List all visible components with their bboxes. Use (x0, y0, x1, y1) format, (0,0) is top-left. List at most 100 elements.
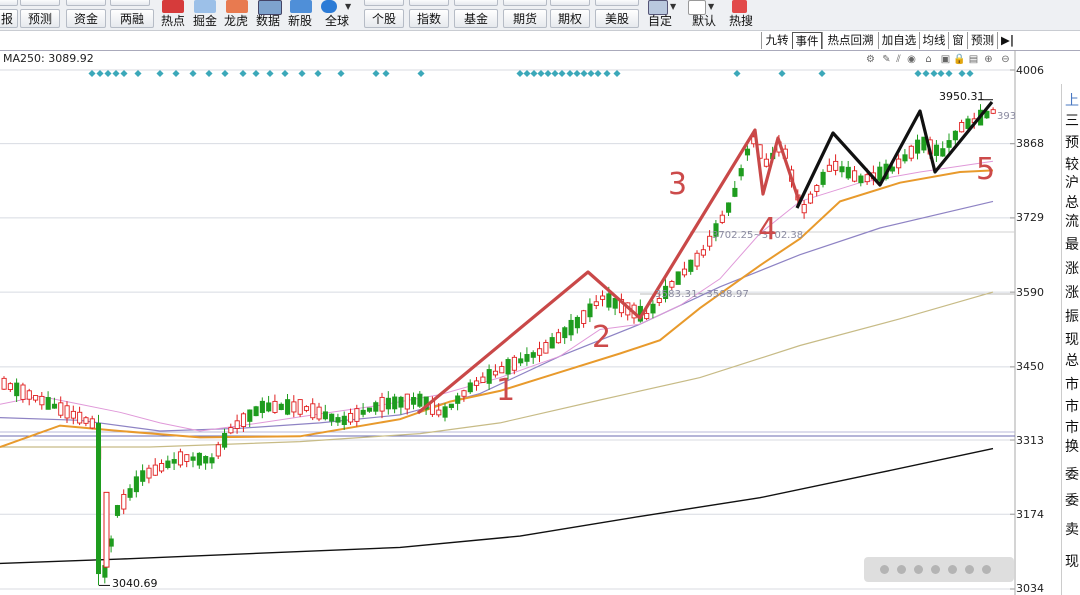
toolbar-stub-top (503, 0, 547, 6)
zoom-out-icon[interactable]: ⊖ (999, 53, 1012, 66)
candle-body (864, 174, 870, 183)
tab-add-watchlist[interactable]: 加自选 (878, 32, 919, 49)
panel-label: 现 (1065, 332, 1079, 348)
candle-body (801, 204, 807, 214)
candle-body (385, 397, 391, 410)
candle-body (877, 166, 883, 181)
candle-body (902, 154, 908, 162)
candle-body (669, 281, 675, 288)
event-markers[interactable] (88, 69, 974, 78)
zoom-in-icon[interactable]: ⊕ (982, 53, 995, 66)
candle-body (946, 140, 952, 148)
candle-body (360, 409, 366, 415)
margin-button[interactable]: 两融 (110, 9, 154, 28)
report-button[interactable]: 报 (0, 9, 18, 28)
new-stock-icon[interactable] (290, 0, 312, 13)
futures-button[interactable]: 期货 (503, 9, 547, 28)
toolbar-stub-top (595, 0, 639, 6)
customize-label[interactable]: 自定 (648, 13, 672, 29)
candle-body (203, 456, 209, 464)
tab-window[interactable]: 窗 (948, 32, 967, 49)
settings-icon[interactable]: ⚙ (864, 53, 877, 66)
chevron-down-icon[interactable]: ▼ (345, 2, 351, 11)
tab-hotspot-review[interactable]: 热点回溯 (822, 32, 878, 49)
data-label[interactable]: 数据 (256, 13, 280, 29)
toolbar-stub-top (409, 0, 449, 6)
hot-search-label[interactable]: 热搜 (729, 13, 753, 29)
globe-label[interactable]: 全球 (325, 13, 349, 29)
event-marker-icon (88, 69, 96, 78)
event-marker-icon (958, 69, 966, 78)
candle-body (196, 452, 202, 466)
panel-label: 涨 (1065, 285, 1079, 301)
hot-search-icon[interactable] (732, 0, 747, 13)
candle-body (259, 400, 265, 413)
tab-moving-average[interactable]: 均线 (919, 32, 948, 49)
candle-body (732, 187, 738, 197)
main-toolbar: 报 预测 资金 两融 热点 掘金 龙虎 数据 新股 ▼ 全球 个股 指数 基金 … (0, 0, 1080, 31)
stock-button[interactable]: 个股 (364, 9, 404, 28)
new-stock-label[interactable]: 新股 (288, 13, 312, 29)
panel-label: 委 (1065, 493, 1079, 509)
candle-body (297, 399, 303, 415)
candle-body (807, 193, 814, 204)
chevron-down-icon[interactable]: ▼ (708, 2, 714, 11)
index-button[interactable]: 指数 (409, 9, 449, 28)
candle-body (852, 170, 858, 182)
panel-label: 卖 (1065, 522, 1079, 538)
candle-body (448, 403, 454, 408)
event-marker-icon (613, 69, 621, 78)
hot-label[interactable]: 热点 (161, 13, 185, 29)
candle-body (537, 348, 543, 356)
event-marker-icon (551, 69, 559, 78)
candle-body (240, 413, 247, 427)
dragon-tiger-icon[interactable] (226, 0, 248, 13)
us-stock-button[interactable]: 美股 (595, 9, 639, 28)
candle-body (45, 397, 51, 410)
event-marker-icon (172, 69, 180, 78)
collapse-panel-icon[interactable]: ▶| (997, 32, 1017, 49)
candle-body (726, 202, 732, 213)
candle-body (411, 397, 417, 405)
candle-body (379, 396, 385, 412)
watermark-overlay (864, 557, 1014, 582)
forecast-button[interactable]: 预测 (20, 9, 60, 28)
y-axis-label: 3868 (1016, 137, 1044, 150)
fund-button[interactable]: 基金 (454, 9, 498, 28)
event-marker-icon (314, 69, 322, 78)
y-axis-label: 3174 (1016, 508, 1044, 521)
briefcase-icon[interactable]: ▣ (939, 53, 952, 66)
options-button[interactable]: 期权 (550, 9, 590, 28)
wave-path-black (795, 100, 994, 209)
capital-button[interactable]: 资金 (66, 9, 106, 28)
lock-icon[interactable]: 🔒 (953, 53, 966, 66)
candle-body (442, 406, 448, 418)
eye-icon[interactable]: ◉ (905, 53, 918, 66)
hot-icon[interactable] (162, 0, 184, 13)
candle-body (303, 406, 310, 411)
kline-chart[interactable] (0, 50, 1080, 595)
event-marker-icon (733, 69, 741, 78)
toolbar-stub-top (0, 0, 18, 6)
candle-body (165, 460, 171, 469)
default-label[interactable]: 默认 (692, 13, 716, 29)
panel-label: 三 (1065, 113, 1079, 129)
candle-body (499, 366, 505, 374)
chevron-down-icon[interactable]: ▼ (670, 2, 676, 11)
tab-forecast[interactable]: 预测 (967, 32, 997, 49)
candle-body (133, 476, 139, 493)
globe-icon[interactable] (321, 0, 337, 13)
dig-gold-icon[interactable] (194, 0, 216, 13)
compare-icon[interactable]: ⫽ (892, 53, 905, 66)
dig-gold-label[interactable]: 掘金 (193, 13, 217, 29)
panel-label: 总 (1065, 353, 1079, 369)
dragon-tiger-label[interactable]: 龙虎 (224, 13, 248, 29)
candle-body (486, 369, 492, 384)
event-marker-icon (252, 69, 260, 78)
store-icon[interactable]: ⌂ (922, 53, 935, 66)
toolbar-stub-top (364, 0, 404, 6)
tab-events[interactable]: 事件 (792, 32, 822, 49)
y-axis-label: 3313 (1016, 434, 1044, 447)
layer-icon[interactable]: ▤ (967, 53, 980, 66)
tab-nine-turn[interactable]: 九转 (761, 32, 792, 49)
